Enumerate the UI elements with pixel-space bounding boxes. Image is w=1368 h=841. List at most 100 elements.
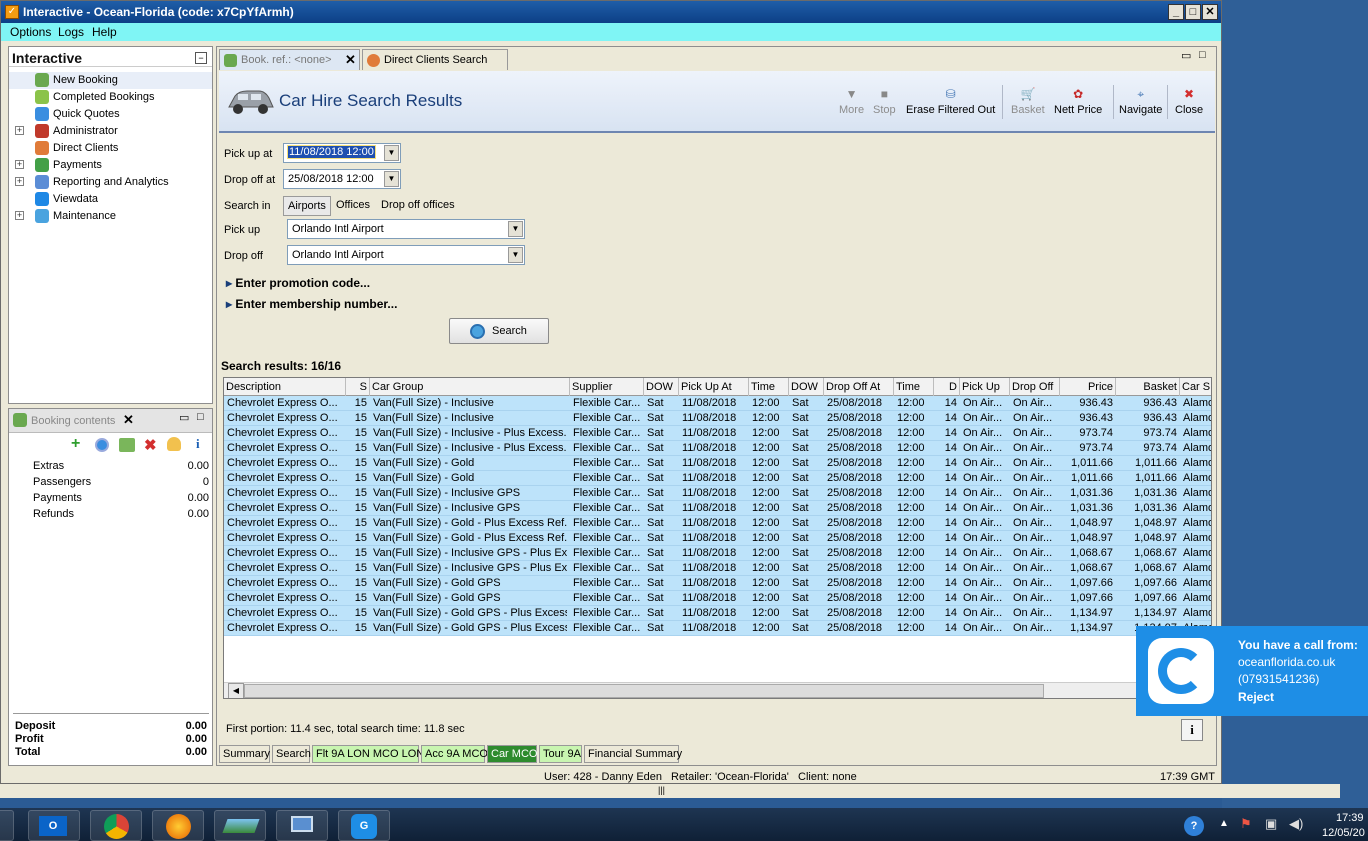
column-header-5[interactable]: Pick Up At — [679, 378, 749, 396]
network-icon[interactable] — [276, 810, 328, 841]
bottom-tab-car-mco[interactable]: Car MCO — [487, 745, 537, 763]
table-row[interactable]: Chevrolet Express O... 15 Van(Full Size) -… — [224, 486, 1211, 501]
add-icon[interactable]: + — [71, 436, 85, 452]
pickup-at-field[interactable]: 11/08/2018 12:00 ▼ — [283, 143, 401, 163]
nav-item-maintenance[interactable]: + Maintenance — [9, 208, 212, 225]
quote-icon[interactable] — [95, 438, 109, 452]
firefox-icon[interactable] — [152, 810, 204, 841]
chevron-down-icon[interactable]: ▼ — [384, 171, 399, 187]
close-tab-icon[interactable]: ✕ — [345, 52, 356, 68]
toolbar-basket-button[interactable]: 🛒 Basket — [1011, 87, 1045, 116]
reject-call-link[interactable]: Reject — [1238, 690, 1274, 704]
bottom-tab-financial-summary[interactable]: Financial Summary — [584, 745, 682, 763]
resize-grip-icon[interactable]: ||| — [658, 785, 665, 795]
table-row[interactable]: Chevrolet Express O... 15 Van(Full Size) -… — [224, 411, 1211, 426]
expand-icon[interactable]: + — [15, 160, 24, 169]
scroll-left-button[interactable]: ◀ — [228, 683, 244, 698]
column-header-11[interactable]: Pick Up — [960, 378, 1010, 396]
search-in-dropoff-offices[interactable]: Drop off offices — [380, 196, 456, 216]
dropoff-location-select[interactable]: Orlando Intl Airport ▼ — [287, 245, 525, 265]
menu-options[interactable]: Options — [10, 25, 51, 39]
nav-item-new-booking[interactable]: New Booking — [9, 72, 212, 89]
nav-item-quick-quotes[interactable]: Quick Quotes — [9, 106, 212, 123]
table-row[interactable]: Chevrolet Express O... 15 Van(Full Size) -… — [224, 441, 1211, 456]
toolbar-erase-filtered-out-button[interactable]: ⛁ Erase Filtered Out — [906, 87, 995, 116]
search-in-airports[interactable]: Airports — [283, 196, 331, 216]
table-row[interactable]: Chevrolet Express O... 15 Van(Full Size) -… — [224, 396, 1211, 411]
column-header-9[interactable]: Time — [894, 378, 934, 396]
nav-item-direct-clients[interactable]: Direct Clients — [9, 140, 212, 157]
chevron-down-icon[interactable]: ▼ — [384, 145, 399, 161]
scroll-thumb[interactable] — [244, 684, 1044, 698]
table-row[interactable]: Chevrolet Express O... 15 Van(Full Size) -… — [224, 546, 1211, 561]
close-booking-panel-icon[interactable]: ✕ — [123, 412, 134, 428]
column-header-8[interactable]: Drop Off At — [824, 378, 894, 396]
minimize-main-button[interactable]: ▭ — [1181, 49, 1191, 62]
expand-icon[interactable]: + — [15, 177, 24, 186]
toolbar-nett-price-button[interactable]: ✿ Nett Price — [1054, 87, 1102, 116]
column-header-12[interactable]: Drop Off — [1010, 378, 1060, 396]
column-header-14[interactable]: Basket — [1116, 378, 1180, 396]
maximize-main-button[interactable]: □ — [1199, 49, 1206, 61]
outlook-icon[interactable]: O — [28, 810, 80, 841]
delete-icon[interactable]: ✖ — [144, 436, 157, 454]
toolbar-close-button[interactable]: ✖ Close — [1175, 87, 1203, 116]
collapse-panel-button[interactable]: − — [195, 52, 207, 64]
column-header-13[interactable]: Price — [1060, 378, 1116, 396]
chrome-icon[interactable] — [90, 810, 142, 841]
column-header-10[interactable]: D — [934, 378, 960, 396]
nav-item-reporting-and-analytics[interactable]: + Reporting and Analytics — [9, 174, 212, 191]
clock-time[interactable]: 17:39 — [1336, 812, 1364, 824]
menu-logs[interactable]: Logs — [58, 25, 84, 39]
table-row[interactable]: Chevrolet Express O... 15 Van(Full Size) -… — [224, 576, 1211, 591]
promotion-code-expander[interactable]: ▸ Enter promotion code... — [226, 276, 370, 290]
clock-date[interactable]: 12/05/20 — [1322, 827, 1365, 839]
column-header-4[interactable]: DOW — [644, 378, 679, 396]
table-row[interactable]: Chevrolet Express O... 15 Van(Full Size) -… — [224, 561, 1211, 576]
search-in-offices[interactable]: Offices — [335, 196, 371, 216]
column-header-6[interactable]: Time — [749, 378, 789, 396]
chevron-down-icon[interactable]: ▼ — [508, 247, 523, 263]
table-row[interactable]: Chevrolet Express O... 15 Van(Full Size) -… — [224, 471, 1211, 486]
network-status-icon[interactable]: ▣ — [1265, 816, 1277, 832]
horizontal-scrollbar[interactable]: ◀ — [224, 682, 1211, 698]
table-row[interactable]: Chevrolet Express O... 15 Van(Full Size) -… — [224, 591, 1211, 606]
volume-icon[interactable]: ◀) — [1289, 816, 1303, 832]
column-header-7[interactable]: DOW — [789, 378, 824, 396]
dropoff-at-field[interactable]: 25/08/2018 12:00 ▼ — [283, 169, 401, 189]
show-hidden-icons-icon[interactable]: ▲ — [1219, 818, 1229, 829]
nav-item-viewdata[interactable]: Viewdata — [9, 191, 212, 208]
nav-item-completed-bookings[interactable]: Completed Bookings — [9, 89, 212, 106]
info-button[interactable]: i — [1181, 719, 1203, 741]
table-row[interactable]: Chevrolet Express O... 15 Van(Full Size) -… — [224, 606, 1211, 621]
nav-item-payments[interactable]: + Payments — [9, 157, 212, 174]
close-window-button[interactable]: ✕ — [1202, 4, 1218, 20]
menu-help[interactable]: Help — [92, 25, 117, 39]
nav-item-administrator[interactable]: + Administrator — [9, 123, 212, 140]
column-header-1[interactable]: S — [346, 378, 370, 396]
holiday-icon[interactable] — [167, 437, 181, 451]
column-header-15[interactable]: Car S — [1180, 378, 1211, 396]
bottom-tab-flt-9a-lon-mco-lon[interactable]: Flt 9A LON MCO LON — [312, 745, 424, 763]
chevron-down-icon[interactable]: ▼ — [508, 221, 523, 237]
bottom-tab-search[interactable]: Search — [272, 745, 311, 763]
minimize-button[interactable]: _ — [1168, 4, 1184, 20]
table-row[interactable]: Chevrolet Express O... 15 Van(Full Size) -… — [224, 516, 1211, 531]
app-icon[interactable] — [214, 810, 266, 841]
start-button[interactable] — [0, 810, 14, 841]
toolbar-navigate-button[interactable]: ⌖ Navigate — [1119, 87, 1162, 116]
minimize-booking-panel-button[interactable]: ▭ — [179, 411, 189, 424]
table-row[interactable]: Chevrolet Express O... 15 Van(Full Size) -… — [224, 621, 1211, 636]
maximize-button[interactable]: □ — [1185, 4, 1201, 20]
table-row[interactable]: Chevrolet Express O... 15 Van(Full Size) -… — [224, 426, 1211, 441]
table-row[interactable]: Chevrolet Express O... 15 Van(Full Size) -… — [224, 456, 1211, 471]
expand-icon[interactable]: + — [15, 126, 24, 135]
membership-number-expander[interactable]: ▸ Enter membership number... — [226, 297, 397, 311]
column-header-3[interactable]: Supplier — [570, 378, 644, 396]
bottom-tab-summary[interactable]: Summary — [219, 745, 270, 763]
bottom-tab-tour-9a[interactable]: Tour 9A — [539, 745, 582, 763]
transfer-icon[interactable] — [119, 438, 135, 452]
table-row[interactable]: Chevrolet Express O... 15 Van(Full Size) -… — [224, 501, 1211, 516]
pickup-location-select[interactable]: Orlando Intl Airport ▼ — [287, 219, 525, 239]
tab-direct-clients-search[interactable]: Direct Clients Search — [362, 49, 508, 70]
